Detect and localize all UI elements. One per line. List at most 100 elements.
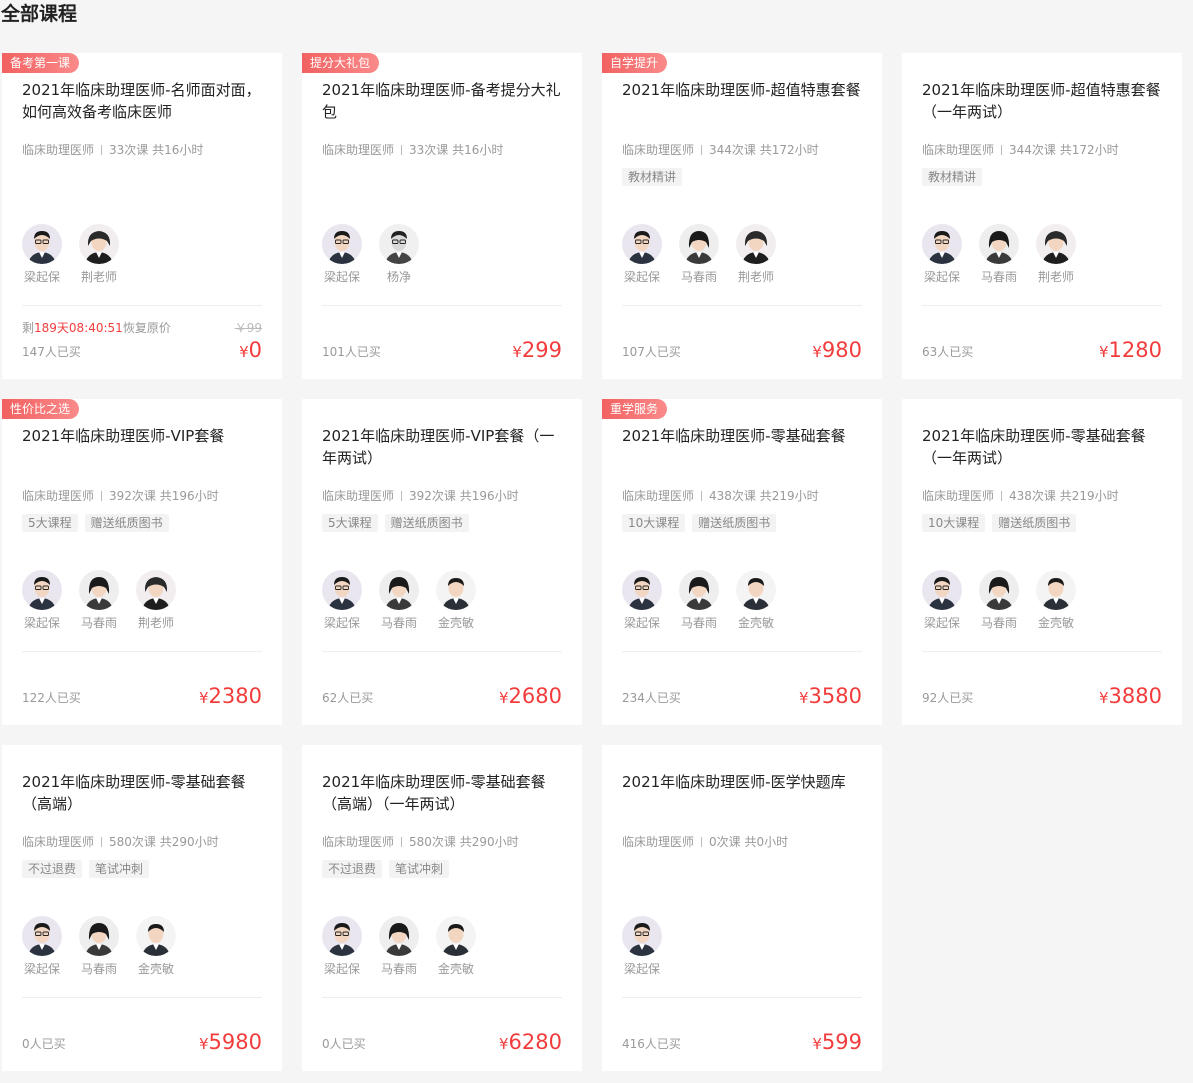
- course-card[interactable]: 2021年临床助理医师-超值特惠套餐（一年两试） 临床助理医师 344次课 共172…: [902, 53, 1182, 379]
- teacher-item[interactable]: 荆老师: [136, 570, 176, 631]
- course-title[interactable]: 2021年临床助理医师-备考提分大礼包: [322, 79, 562, 123]
- course-card[interactable]: 自学提升 2021年临床助理医师-超值特惠套餐 临床助理医师 344次课 共172小时…: [602, 53, 882, 379]
- course-card[interactable]: 重学服务 2021年临床助理医师-零基础套餐 临床助理医师 438次课 共219小时 1…: [602, 399, 882, 725]
- teacher-item[interactable]: 马春雨: [79, 570, 119, 631]
- course-card[interactable]: 2021年临床助理医师-医学快题库 临床助理医师 0次课 共0小时 梁起保 416人已买…: [602, 745, 882, 1071]
- bought-count: 0人已买: [322, 1037, 366, 1051]
- course-title[interactable]: 2021年临床助理医师-超值特惠套餐: [622, 79, 862, 101]
- price-value: 3580: [808, 684, 862, 708]
- teacher-item[interactable]: 金壳敏: [436, 916, 476, 977]
- page-title: 全部课程: [1, 3, 78, 25]
- card-divider: [22, 651, 262, 652]
- teacher-name: 梁起保: [623, 270, 660, 284]
- course-card[interactable]: 备考第一课 2021年临床助理医师-名师面对面，如何高效备考临床医师 临床助理医师 3…: [2, 53, 282, 379]
- meta-divider: [701, 837, 703, 847]
- course-title[interactable]: 2021年临床助理医师-名师面对面，如何高效备考临床医师: [22, 79, 262, 123]
- teacher-item[interactable]: 梁起保: [622, 916, 662, 977]
- teacher-item[interactable]: 梁起保: [322, 224, 362, 285]
- course-card[interactable]: 2021年临床助理医师-零基础套餐（高端）（一年两试） 临床助理医师 580次课 共…: [302, 745, 582, 1071]
- course-meta: 临床助理医师 392次课 共196小时: [22, 488, 219, 504]
- teacher-avatar: [322, 224, 362, 264]
- course-lessons: 33次课 共16小时: [409, 143, 504, 157]
- bought-count: 62人已买: [322, 691, 374, 705]
- teacher-name: 梁起保: [23, 616, 60, 630]
- course-card[interactable]: 2021年临床助理医师-VIP套餐（一年两试） 临床助理医师 392次课 共196小…: [302, 399, 582, 725]
- teacher-item[interactable]: 金壳敏: [136, 916, 176, 977]
- course-tags: 不过退费 笔试冲刺: [22, 860, 150, 878]
- course-tag: 笔试冲刺: [389, 860, 450, 878]
- course-title[interactable]: 2021年临床助理医师-零基础套餐（一年两试）: [922, 425, 1162, 469]
- teacher-item[interactable]: 金壳敏: [736, 570, 776, 631]
- course-price: ¥6280: [499, 1029, 562, 1057]
- teacher-avatar: [79, 570, 119, 610]
- course-category: 临床助理医师: [22, 835, 95, 849]
- teacher-item[interactable]: 马春雨: [979, 570, 1019, 631]
- teacher-name: 金壳敏: [737, 616, 774, 630]
- currency-symbol: ¥: [499, 689, 509, 707]
- currency-symbol: ¥: [239, 343, 249, 361]
- teacher-item[interactable]: 马春雨: [979, 224, 1019, 285]
- teacher-item[interactable]: 马春雨: [679, 224, 719, 285]
- course-title[interactable]: 2021年临床助理医师-VIP套餐（一年两试）: [322, 425, 562, 469]
- course-category: 临床助理医师: [922, 489, 995, 503]
- course-lessons: 438次课 共219小时: [1009, 489, 1119, 503]
- teacher-item[interactable]: 杨净: [379, 224, 419, 285]
- card-divider: [622, 651, 862, 652]
- teacher-avatar: [622, 916, 662, 956]
- teacher-item[interactable]: 梁起保: [622, 570, 662, 631]
- currency-symbol: ¥: [812, 343, 822, 361]
- teacher-item[interactable]: 梁起保: [622, 224, 662, 285]
- teacher-item[interactable]: 荆老师: [1036, 224, 1076, 285]
- teacher-item[interactable]: 梁起保: [22, 570, 62, 631]
- teacher-item[interactable]: 梁起保: [922, 570, 962, 631]
- teacher-name: 金壳敏: [437, 616, 474, 630]
- teacher-item[interactable]: 梁起保: [322, 916, 362, 977]
- teacher-item[interactable]: 马春雨: [379, 570, 419, 631]
- teacher-name: 荆老师: [80, 270, 117, 284]
- course-lessons: 580次课 共290小时: [109, 835, 219, 849]
- course-title[interactable]: 2021年临床助理医师-零基础套餐（高端）: [22, 771, 262, 815]
- teacher-avatar: [622, 570, 662, 610]
- teacher-item[interactable]: 马春雨: [79, 916, 119, 977]
- course-title[interactable]: 2021年临床助理医师-VIP套餐: [22, 425, 262, 447]
- bought-count: 234人已买: [622, 691, 681, 705]
- course-price: ¥1280: [1099, 337, 1162, 365]
- teacher-item[interactable]: 梁起保: [22, 224, 62, 285]
- course-title[interactable]: 2021年临床助理医师-医学快题库: [622, 771, 862, 793]
- teacher-item[interactable]: 马春雨: [379, 916, 419, 977]
- course-card[interactable]: 性价比之选 2021年临床助理医师-VIP套餐临床助理医师 392次课 共196小时…: [2, 399, 282, 725]
- teacher-item[interactable]: 金壳敏: [436, 570, 476, 631]
- teacher-avatar: [679, 570, 719, 610]
- teacher-name: 马春雨: [80, 962, 117, 976]
- teacher-item[interactable]: 梁起保: [322, 570, 362, 631]
- countdown-prefix: 剩: [22, 321, 35, 335]
- course-title[interactable]: 2021年临床助理医师-零基础套餐: [622, 425, 862, 447]
- teacher-name: 梁起保: [23, 270, 60, 284]
- teacher-list: 梁起保 马春雨 荆老师: [22, 570, 176, 631]
- course-card[interactable]: 2021年临床助理医师-零基础套餐（高端） 临床助理医师 580次课 共290小时不…: [2, 745, 282, 1071]
- course-card[interactable]: 2021年临床助理医师-零基础套餐（一年两试） 临床助理医师 438次课 共219小…: [902, 399, 1182, 725]
- teacher-list: 梁起保: [622, 916, 662, 977]
- course-card[interactable]: 提分大礼包 2021年临床助理医师-备考提分大礼包 临床助理医师 33次课 共16小时…: [302, 53, 582, 379]
- bought-count: 101人已买: [322, 345, 381, 359]
- teacher-item[interactable]: 荆老师: [79, 224, 119, 285]
- teacher-item[interactable]: 马春雨: [679, 570, 719, 631]
- teacher-item[interactable]: 梁起保: [922, 224, 962, 285]
- course-category: 临床助理医师: [322, 835, 395, 849]
- course-category: 临床助理医师: [322, 143, 395, 157]
- course-price: ¥5980: [199, 1029, 262, 1057]
- teacher-avatar: [979, 570, 1019, 610]
- teacher-item[interactable]: 金壳敏: [1036, 570, 1076, 631]
- teacher-item[interactable]: 荆老师: [736, 224, 776, 285]
- teacher-list: 梁起保 马春雨 金壳敏: [322, 570, 476, 631]
- teacher-name: 金壳敏: [1037, 616, 1074, 630]
- course-price: ¥599: [812, 1029, 862, 1057]
- teacher-name: 马春雨: [380, 962, 417, 976]
- course-badge: 性价比之选: [2, 399, 80, 419]
- teacher-item[interactable]: 梁起保: [22, 916, 62, 977]
- teacher-name: 梁起保: [623, 616, 660, 630]
- price-value: 5980: [208, 1030, 262, 1054]
- course-title[interactable]: 2021年临床助理医师-超值特惠套餐（一年两试）: [922, 79, 1162, 123]
- course-title[interactable]: 2021年临床助理医师-零基础套餐（高端）（一年两试）: [322, 771, 562, 815]
- teacher-list: 梁起保 马春雨 金壳敏: [322, 916, 476, 977]
